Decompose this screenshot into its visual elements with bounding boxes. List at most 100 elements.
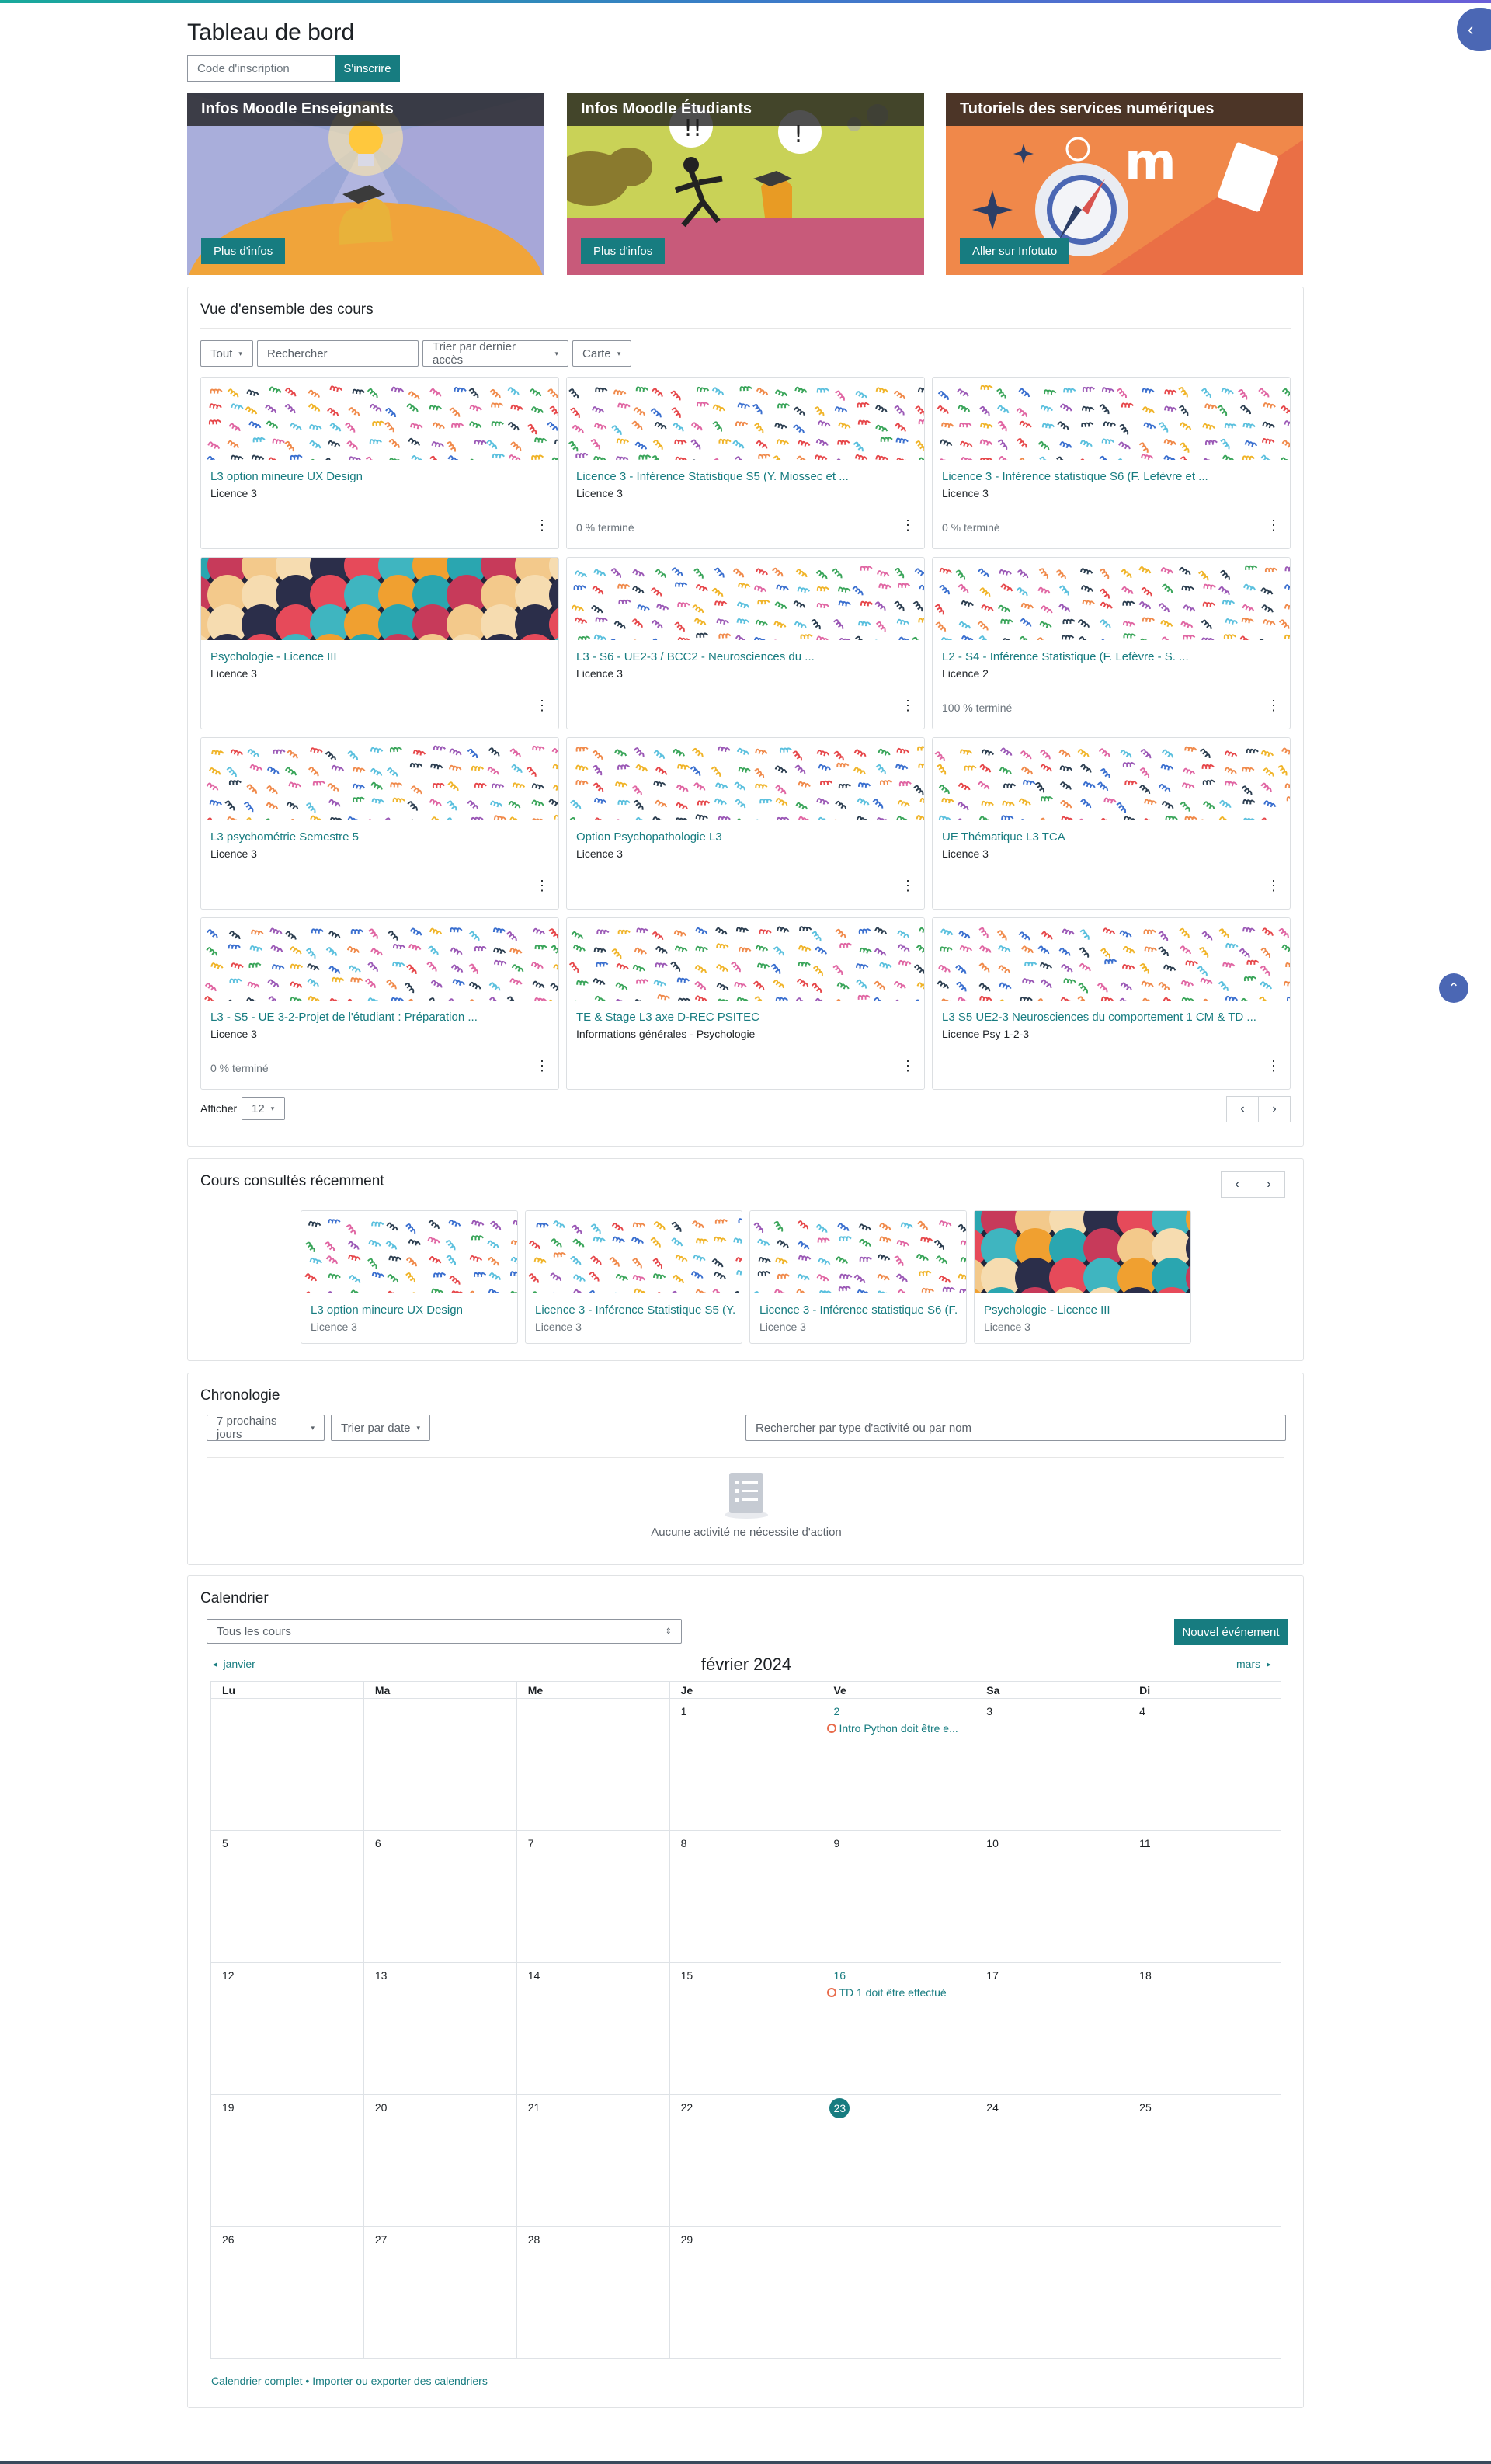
prev-page-button[interactable]: ‹ <box>1226 1096 1259 1122</box>
recent-next-button[interactable]: › <box>1253 1171 1285 1198</box>
day-number[interactable]: 20 <box>375 2101 388 2114</box>
course-image[interactable] <box>201 918 558 1001</box>
kebab-menu-icon[interactable]: ⋮ <box>535 517 549 534</box>
banner-more-info-button[interactable]: Plus d'infos <box>201 238 286 264</box>
next-month-link[interactable]: mars ▸ <box>1236 1658 1271 1670</box>
course-name-link[interactable]: TE & Stage L3 axe D-REC PSITEC <box>576 1011 915 1024</box>
timeline-range-dropdown[interactable]: 7 prochains jours ▾ <box>207 1415 325 1441</box>
course-card[interactable]: Licence 3 - Inférence Statistique S5 (Y.… <box>566 377 925 549</box>
course-card[interactable]: Option Psychopathologie L3 Licence 3 ⋮ <box>566 737 925 910</box>
course-name-link[interactable]: UE Thématique L3 TCA <box>942 830 1281 844</box>
course-image[interactable] <box>567 918 924 1001</box>
calendar-event[interactable]: TD 1 doit être effectué <box>827 1986 970 1999</box>
page-size-dropdown[interactable]: 12 ▾ <box>242 1097 285 1120</box>
course-card[interactable]: Licence 3 - Inférence statistique S6 (F.… <box>932 377 1291 549</box>
day-number[interactable]: 25 <box>1139 2101 1152 2114</box>
course-card[interactable]: UE Thématique L3 TCA Licence 3 ⋮ <box>932 737 1291 910</box>
course-image[interactable] <box>933 918 1290 1001</box>
course-image[interactable] <box>933 378 1290 460</box>
kebab-menu-icon[interactable]: ⋮ <box>901 878 915 894</box>
calendar-day-cell[interactable]: 1 <box>669 1699 823 1831</box>
kebab-menu-icon[interactable]: ⋮ <box>1267 1058 1281 1074</box>
day-number[interactable]: 12 <box>222 1969 235 1982</box>
day-number[interactable]: 18 <box>1139 1969 1152 1982</box>
course-name-link[interactable]: L3 - S5 - UE 3-2-Projet de l'étudiant : … <box>210 1011 549 1024</box>
timeline-search-input[interactable]: Rechercher par type d'activité ou par no… <box>746 1415 1286 1441</box>
course-name-link[interactable]: L3 S5 UE2-3 Neurosciences du comportemen… <box>942 1011 1281 1024</box>
course-name-link[interactable]: Psychologie - Licence III <box>984 1303 1184 1317</box>
day-number[interactable]: 17 <box>986 1969 999 1982</box>
day-number[interactable]: 3 <box>986 1705 992 1717</box>
day-number[interactable]: 13 <box>375 1969 388 1982</box>
sort-dropdown[interactable]: Trier par dernier accès ▾ <box>422 340 568 367</box>
import-export-link[interactable]: Importer ou exporter des calendriers <box>312 2375 488 2387</box>
calendar-day-cell[interactable]: 27 <box>363 2227 517 2359</box>
kebab-menu-icon[interactable]: ⋮ <box>1267 878 1281 894</box>
course-image[interactable] <box>201 378 558 460</box>
calendar-day-cell[interactable]: 14 <box>516 1963 670 2095</box>
course-image[interactable] <box>526 1211 742 1293</box>
kebab-menu-icon[interactable]: ⋮ <box>1267 517 1281 534</box>
day-number[interactable]: 8 <box>681 1837 687 1850</box>
day-number[interactable]: 22 <box>681 2101 693 2114</box>
course-image[interactable] <box>567 738 924 820</box>
calendar-day-cell[interactable]: 16 TD 1 doit être effectué <box>822 1963 976 2095</box>
course-image[interactable] <box>201 738 558 820</box>
course-card[interactable]: L3 - S5 - UE 3-2-Projet de l'étudiant : … <box>200 917 559 1090</box>
grouping-dropdown[interactable]: Tout ▾ <box>200 340 253 367</box>
calendar-course-select[interactable]: Tous les cours ⇕ <box>207 1619 682 1644</box>
day-number[interactable]: 6 <box>375 1837 381 1850</box>
course-card[interactable]: Psychologie - Licence III Licence 3 ⋮ <box>200 557 559 729</box>
course-image[interactable] <box>301 1211 517 1293</box>
day-number[interactable]: 2 <box>833 1705 839 1717</box>
day-number[interactable]: 27 <box>375 2233 388 2246</box>
calendar-day-cell[interactable]: 2 Intro Python doit être e... <box>822 1699 976 1831</box>
recent-prev-button[interactable]: ‹ <box>1221 1171 1253 1198</box>
day-number[interactable]: 10 <box>986 1837 999 1850</box>
course-name-link[interactable]: L3 option mineure UX Design <box>311 1303 511 1317</box>
calendar-day-cell[interactable]: 18 <box>1128 1963 1282 2095</box>
course-name-link[interactable]: L3 - S6 - UE2-3 / BCC2 - Neurosciences d… <box>576 650 915 663</box>
day-number[interactable]: 21 <box>528 2101 540 2114</box>
enrollment-code-input[interactable]: Code d'inscription <box>187 55 335 82</box>
drawer-toggle-button[interactable]: ‹ <box>1457 8 1491 51</box>
day-number[interactable]: 15 <box>681 1969 693 1982</box>
banner-infotuto-button[interactable]: Aller sur Infotuto <box>960 238 1070 264</box>
kebab-menu-icon[interactable]: ⋮ <box>901 698 915 714</box>
course-image[interactable] <box>933 558 1290 640</box>
course-image[interactable] <box>567 558 924 640</box>
course-search-input[interactable]: Rechercher <box>257 340 419 367</box>
day-number[interactable]: 9 <box>833 1837 839 1850</box>
calendar-day-cell[interactable]: 11 <box>1128 1831 1282 1963</box>
course-name-link[interactable]: L3 psychométrie Semestre 5 <box>210 830 549 844</box>
day-number[interactable]: 14 <box>528 1969 540 1982</box>
kebab-menu-icon[interactable]: ⋮ <box>535 698 549 714</box>
course-image[interactable] <box>750 1211 966 1293</box>
today-day-number[interactable]: 23 <box>829 2098 850 2118</box>
recent-course-card[interactable]: Licence 3 - Inférence Statistique S5 (Y.… <box>525 1210 742 1344</box>
calendar-day-cell[interactable]: 3 <box>975 1699 1129 1831</box>
day-number[interactable]: 19 <box>222 2101 235 2114</box>
calendar-day-cell[interactable]: 10 <box>975 1831 1129 1963</box>
calendar-day-cell[interactable]: 24 <box>975 2095 1129 2227</box>
calendar-day-cell[interactable]: 28 <box>516 2227 670 2359</box>
course-name-link[interactable]: Licence 3 - Inférence Statistique S5 (Y.… <box>535 1303 735 1317</box>
course-card[interactable]: L3 psychométrie Semestre 5 Licence 3 ⋮ <box>200 737 559 910</box>
kebab-menu-icon[interactable]: ⋮ <box>535 1058 549 1074</box>
calendar-day-cell[interactable]: 7 <box>516 1831 670 1963</box>
kebab-menu-icon[interactable]: ⋮ <box>535 878 549 894</box>
calendar-day-cell[interactable]: 5 <box>211 1831 364 1963</box>
kebab-menu-icon[interactable]: ⋮ <box>901 1058 915 1074</box>
back-to-top-button[interactable]: ⌃ <box>1439 973 1468 1003</box>
course-image[interactable] <box>201 558 558 640</box>
calendar-day-cell[interactable]: 4 <box>1128 1699 1282 1831</box>
day-number[interactable]: 1 <box>681 1705 687 1717</box>
course-name-link[interactable]: Licence 3 - Inférence Statistique S5 (Y.… <box>576 470 915 483</box>
calendar-day-cell[interactable]: 20 <box>363 2095 517 2227</box>
calendar-day-cell[interactable]: 19 <box>211 2095 364 2227</box>
timeline-sort-dropdown[interactable]: Trier par date ▾ <box>331 1415 430 1441</box>
day-number[interactable]: 4 <box>1139 1705 1145 1717</box>
calendar-day-cell[interactable]: 21 <box>516 2095 670 2227</box>
calendar-day-cell[interactable]: 22 <box>669 2095 823 2227</box>
recent-course-card[interactable]: L3 option mineure UX Design Licence 3 <box>301 1210 518 1344</box>
